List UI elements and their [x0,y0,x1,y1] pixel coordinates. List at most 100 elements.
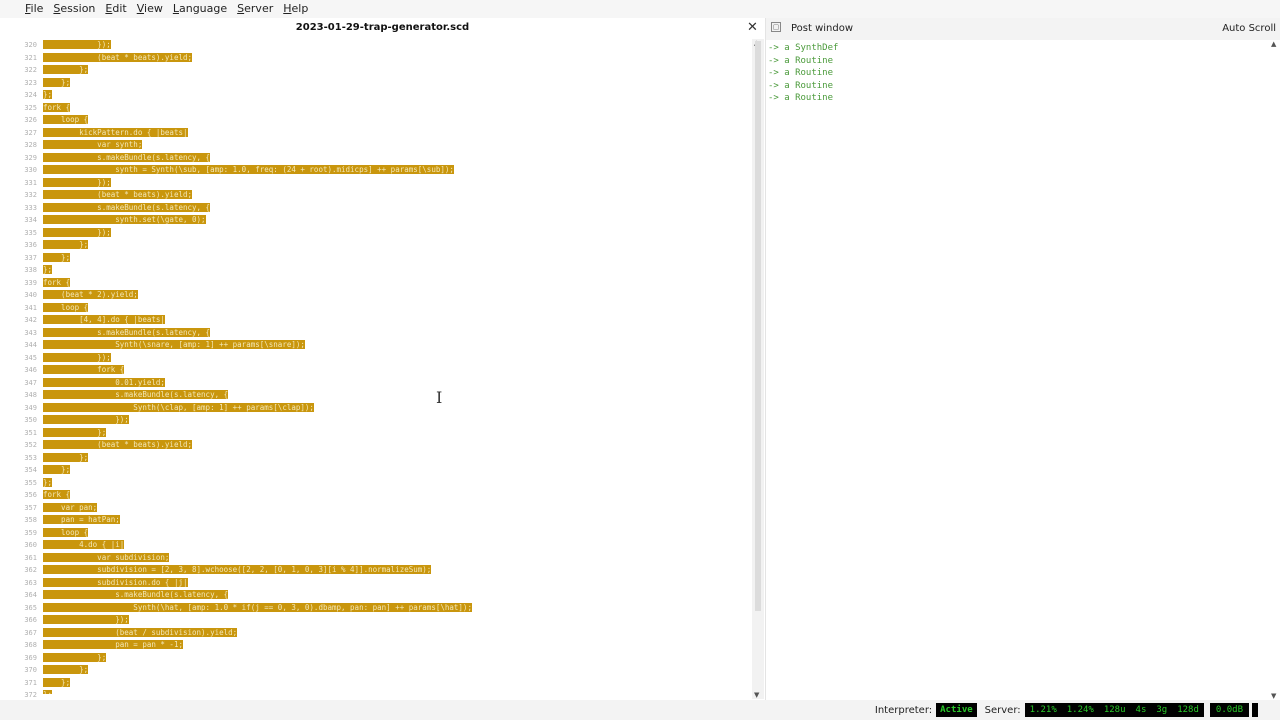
menu-help[interactable]: Help [278,0,313,18]
selected-code-text: kickPattern.do { |beats| [43,127,188,137]
line-number: 368 [24,641,37,649]
code-line[interactable]: }; [43,64,748,77]
code-line[interactable]: }; [43,664,748,677]
code-line[interactable]: }; [43,264,748,277]
code-line[interactable]: }); [43,414,748,427]
code-line[interactable]: pan = pan * -1; [43,639,748,652]
detach-window-icon[interactable]: ▢ [771,22,781,32]
code-line[interactable]: [4, 4].do { |beats| [43,314,748,327]
post-output-line: -> a SynthDef [768,43,839,53]
interpreter-status-badge[interactable]: Active [936,703,977,717]
code-line[interactable]: }; [43,239,748,252]
code-line[interactable]: s.makeBundle(s.latency, { [43,202,748,215]
code-line[interactable]: pan = hatPan; [43,514,748,527]
code-line[interactable]: }; [43,652,748,665]
code-line[interactable]: }); [43,352,748,365]
code-line[interactable]: fork { [43,489,748,502]
code-line[interactable]: }; [43,452,748,465]
server-stat: 4s [1135,705,1147,715]
code-line[interactable]: }; [43,77,748,90]
code-line[interactable]: var subdivision; [43,552,748,565]
editor-vertical-scrollbar[interactable]: ▲ ▼ [752,39,764,699]
line-number: 321 [24,53,37,62]
code-line[interactable]: }); [43,614,748,627]
code-line[interactable]: }; [43,677,748,690]
code-line[interactable]: s.makeBundle(s.latency, { [43,589,748,602]
line-number: 325 [24,103,37,112]
line-number: 328 [24,141,37,149]
menu-server[interactable]: Server [232,0,278,18]
code-line[interactable]: s.makeBundle(s.latency, { [43,152,748,165]
code-line[interactable]: }); [43,177,748,190]
code-line[interactable]: (beat * beats).yield; [43,189,748,202]
menu-edit[interactable]: Edit [100,0,131,18]
code-line[interactable]: subdivision = [2, 3, 8].wchoose([2, 2, [… [43,564,748,577]
line-number: 371 [24,678,37,687]
line-number: 350 [24,416,37,424]
code-line[interactable]: }; [43,477,748,490]
server-status-display[interactable]: 1.21% 1.24% 128u 4s 3g 128d [1024,703,1204,717]
selected-code-text: fork { [43,277,71,287]
line-number: 366 [24,616,37,624]
auto-scroll-toggle[interactable]: Auto Scroll [1222,23,1276,34]
code-line[interactable]: 4.do { |i| [43,539,748,552]
code-line[interactable]: }); [43,39,748,52]
selected-code-text: s.makeBundle(s.latency, { [43,152,211,162]
line-number: 369 [24,653,37,662]
line-number: 363 [24,578,37,587]
code-line[interactable]: synth = Synth(\sub, [amp: 1.0, freq: (24… [43,164,748,177]
code-line[interactable]: }; [43,89,748,102]
code-line[interactable]: synth.set(\gate, 0); [43,214,748,227]
selected-code-text: (beat * 2).yield; [43,290,138,299]
menu-session[interactable]: Session [48,0,100,18]
code-line[interactable]: (beat * 2).yield; [43,289,748,302]
code-line[interactable]: loop { [43,527,748,540]
menu-language[interactable]: Language [168,0,232,18]
code-line[interactable]: kickPattern.do { |beats| [43,127,748,140]
code-line[interactable]: }; [43,427,748,440]
code-line[interactable]: (beat / subdivision).yield; [43,627,748,640]
code-line[interactable]: }; [43,252,748,265]
volume-display[interactable]: 0.0dB [1209,703,1249,717]
post-window-scrollbar[interactable]: ▲ ▼ [1270,40,1280,700]
editor-scrollbar-thumb[interactable] [755,41,761,611]
code-line[interactable]: }; [43,464,748,477]
code-text-area[interactable]: }); (beat * beats).yield; }; };}; fork { … [43,39,748,694]
code-line[interactable]: Synth(\hat, [amp: 1.0 * if(j == 0, 3, 0)… [43,602,748,615]
mute-toggle[interactable] [1252,703,1258,717]
scroll-down-arrow-icon[interactable]: ▼ [754,691,759,699]
code-line[interactable]: (beat * beats).yield; [43,439,748,452]
document-title[interactable]: 2023-01-29-trap-generator.scd [0,22,765,33]
code-line[interactable]: var synth; [43,139,748,152]
selected-code-text: }); [43,415,129,424]
code-line[interactable]: (beat * beats).yield; [43,52,748,65]
line-numbers: 320 321 322 323 324 325 326 327 328 329 330 331 332 3… [0,39,40,702]
menu-file[interactable]: File [20,0,48,18]
code-line[interactable]: s.makeBundle(s.latency, { [43,327,748,340]
selected-code-text: }; [43,265,53,274]
menubar: File Session Edit View Language Server Help [0,0,1280,18]
code-line[interactable]: fork { [43,102,748,115]
close-document-icon[interactable]: ✕ [747,21,758,35]
code-line[interactable]: 0.01.yield; [43,377,748,390]
line-number: 352 [24,441,37,449]
selected-code-text: subdivision = [2, 3, 8].wchoose([2, 2, [… [43,565,432,574]
post-window-output[interactable]: -> a SynthDef -> a Routine -> a Routine -> … [768,42,838,105]
server-stat: 1.24% [1066,705,1094,715]
code-line[interactable]: Synth(\clap, [amp: 1] ++ params[\clap]); [43,402,748,415]
scroll-down-arrow-icon[interactable]: ▼ [1271,692,1276,700]
code-line[interactable]: var pan; [43,502,748,515]
scroll-up-arrow-icon[interactable]: ▲ [1271,40,1276,48]
code-line[interactable]: fork { [43,364,748,377]
code-line[interactable]: }); [43,227,748,240]
selected-code-text: }); [43,615,129,624]
code-line[interactable]: Synth(\snare, [amp: 1] ++ params[\snare]… [43,339,748,352]
code-line[interactable]: }; [43,689,748,694]
code-line[interactable]: s.makeBundle(s.latency, { [43,389,748,402]
code-line[interactable]: loop { [43,302,748,315]
code-line[interactable]: subdivision.do { |j| [43,577,748,590]
line-number: 360 [24,541,37,549]
code-line[interactable]: fork { [43,277,748,290]
menu-view[interactable]: View [132,0,168,18]
code-line[interactable]: loop { [43,114,748,127]
